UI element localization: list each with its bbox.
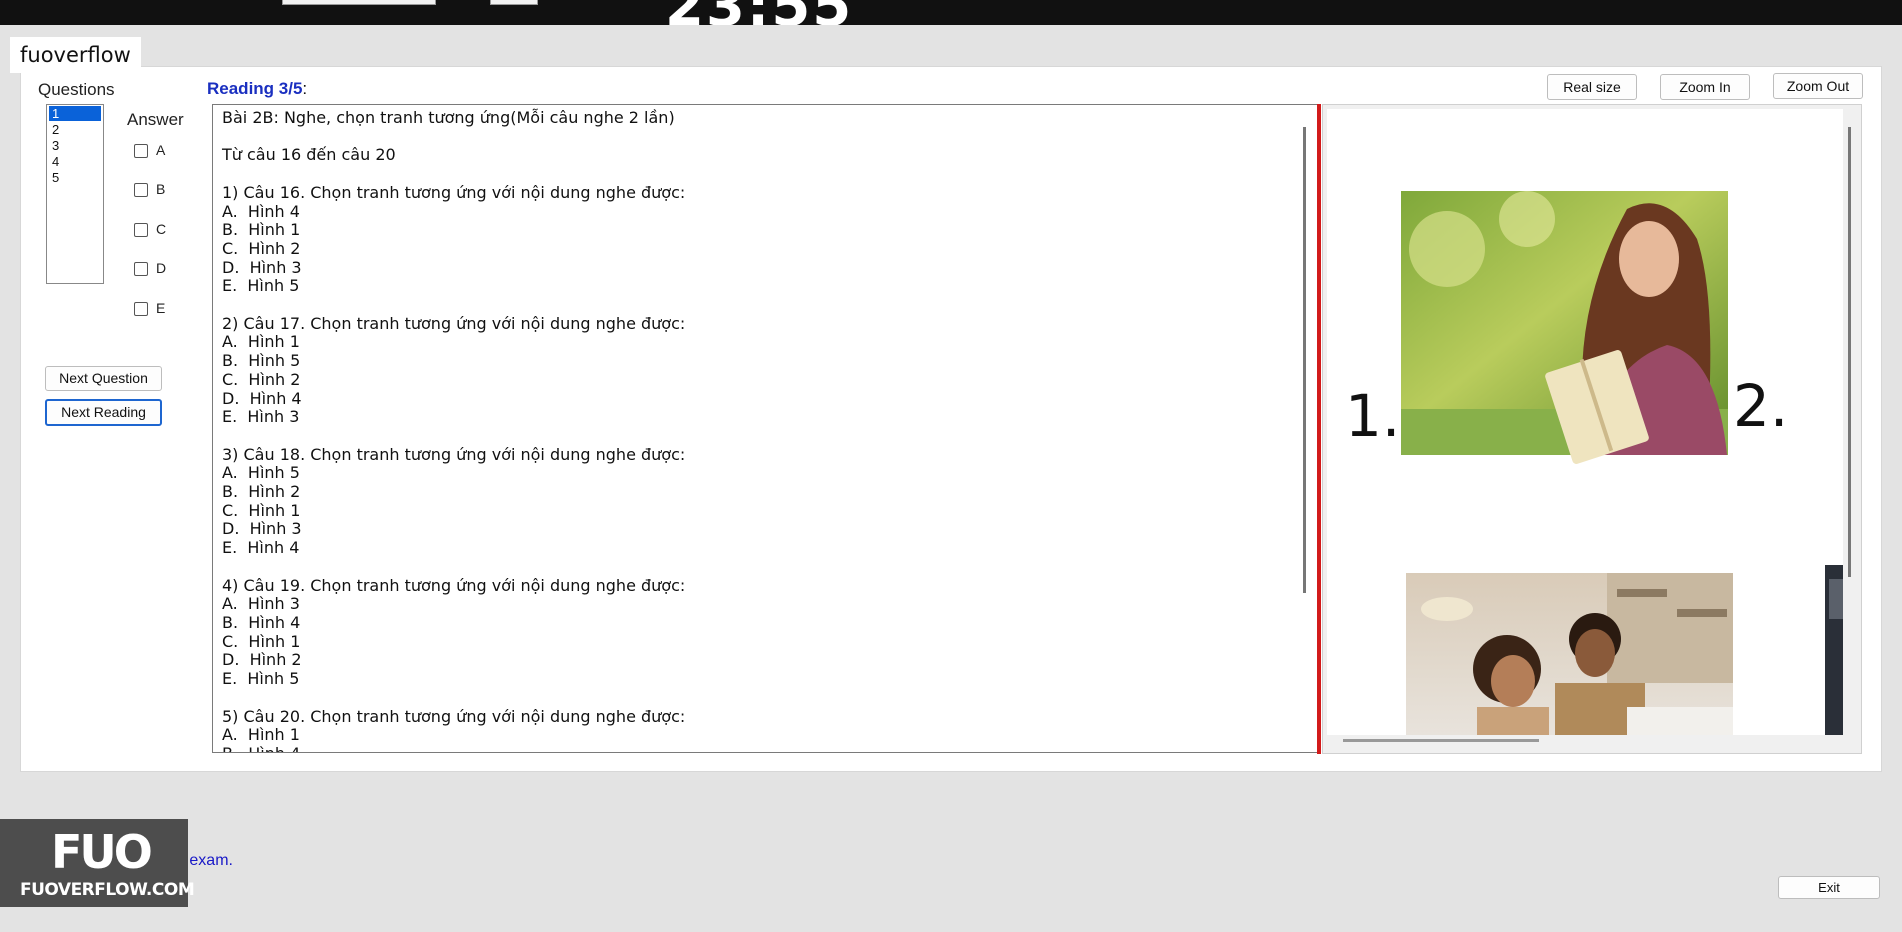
reading-line: E. Hình 5 (222, 276, 300, 296)
reading-line: C. Hình 1 (222, 500, 301, 520)
picture-3 (1406, 573, 1733, 735)
reading-line: A. Hình 3 (222, 594, 300, 614)
answer-option-d-label: D (156, 260, 167, 276)
reading-line: D. Hình 3 (222, 519, 302, 539)
image-canvas: 1. 2. (1327, 109, 1843, 735)
next-reading-button[interactable]: Next Reading (45, 399, 162, 426)
exit-button[interactable]: Exit (1778, 876, 1880, 899)
answer-option-a-label: A (156, 142, 166, 158)
reading-text: Bài 2B: Nghe, chọn tranh tương ứng(Mỗi c… (222, 108, 686, 752)
question-list-item-5[interactable]: 5 (49, 170, 101, 185)
reading-line: D. Hình 2 (222, 650, 302, 670)
reading-line: E. Hình 4 (222, 538, 300, 558)
reading-line: Từ câu 16 đến câu 20 (222, 145, 396, 165)
question-list-item-2[interactable]: 2 (49, 122, 101, 137)
question-list-item-1[interactable]: 1 (49, 106, 101, 121)
reading-line (222, 558, 685, 577)
question-list-item-4[interactable]: 4 (49, 154, 101, 169)
reading-line (222, 128, 685, 147)
answer-checkbox-c[interactable] (134, 223, 148, 237)
questions-label: Questions (38, 80, 115, 99)
answer-checkbox-a[interactable] (134, 144, 148, 158)
reading-line: A. Hình 1 (222, 332, 300, 352)
top-combo-field[interactable] (282, 0, 436, 5)
answer-checkbox-b[interactable] (134, 183, 148, 197)
reading-line: B. Hình 2 (222, 482, 301, 502)
reading-line: D. Hình 3 (222, 257, 302, 277)
reading-line: C. Hình 2 (222, 238, 301, 258)
real-size-button[interactable]: Real size (1547, 74, 1637, 100)
picture-label-2: 2. (1733, 372, 1789, 440)
top-status-bar: 23:55 (0, 0, 1902, 25)
reading-line: A. Hình 1 (222, 725, 300, 745)
reading-line: A. Hình 5 (222, 463, 300, 483)
image-vscrollbar[interactable] (1848, 127, 1851, 577)
reading-title: Reading 3/5: (207, 79, 308, 98)
watermark-tag: fuoverflow (10, 37, 141, 73)
answer-option-b-label: B (156, 181, 166, 197)
question-list-item-3[interactable]: 3 (49, 138, 101, 153)
reading-line: 3) Câu 18. Chọn tranh tương ứng với nội … (222, 444, 686, 464)
answer-option-c-label: C (156, 221, 167, 237)
reading-line (222, 296, 685, 315)
reading-line: 5) Câu 20. Chọn tranh tương ứng với nội … (222, 706, 686, 726)
reading-line (222, 689, 685, 708)
top-small-field[interactable] (490, 0, 538, 5)
reading-line: B. Hình 5 (222, 351, 301, 371)
image-hscrollbar[interactable] (1343, 739, 1539, 742)
reading-scrollbar[interactable] (1303, 127, 1306, 593)
question-list[interactable]: 1 2 3 4 5 (46, 104, 104, 284)
logo-text: FUOVERFLOW.COM (20, 880, 195, 900)
reading-line: C. Hình 2 (222, 369, 301, 389)
reading-line (222, 427, 685, 446)
zoom-in-button[interactable]: Zoom In (1660, 74, 1750, 100)
reading-line: 1) Câu 16. Chọn tranh tương ứng với nội … (222, 182, 686, 202)
reading-line: Bài 2B: Nghe, chọn tranh tương ứng(Mỗi c… (222, 108, 675, 127)
reading-textbox[interactable]: Bài 2B: Nghe, chọn tranh tương ứng(Mỗi c… (212, 104, 1318, 753)
reading-line: 4) Câu 19. Chọn tranh tương ứng với nội … (222, 575, 686, 595)
reading-line: 2) Câu 17. Chọn tranh tương ứng với nội … (222, 313, 686, 333)
answer-checkbox-d[interactable] (134, 262, 148, 276)
reading-line: D. Hình 4 (222, 388, 302, 408)
reading-line (222, 165, 685, 184)
reading-line: C. Hình 1 (222, 631, 301, 651)
pane-splitter[interactable] (1317, 104, 1321, 754)
reading-line: E. Hình 3 (222, 407, 300, 427)
answer-option-e-label: E (156, 300, 166, 316)
next-question-button[interactable]: Next Question (45, 366, 162, 391)
answer-label: Answer (127, 110, 184, 129)
exam-timer: 23:55 (665, 0, 853, 25)
picture-1 (1401, 191, 1728, 464)
image-viewer[interactable]: 1. 2. (1322, 104, 1862, 754)
logo-mark: FUO (51, 825, 153, 879)
reading-line: E. Hình 5 (222, 669, 300, 689)
reading-line: B. Hình 4 (222, 612, 301, 632)
picture-label-1: 1. (1345, 382, 1401, 450)
reading-line: B. Hình 4 (222, 744, 685, 752)
reading-line: A. Hình 4 (222, 201, 300, 221)
reading-line: B. Hình 1 (222, 220, 301, 240)
zoom-out-button[interactable]: Zoom Out (1773, 73, 1863, 99)
fuoverflow-logo: FUO FUOVERFLOW.COM (0, 819, 195, 907)
answer-checkbox-e[interactable] (134, 302, 148, 316)
